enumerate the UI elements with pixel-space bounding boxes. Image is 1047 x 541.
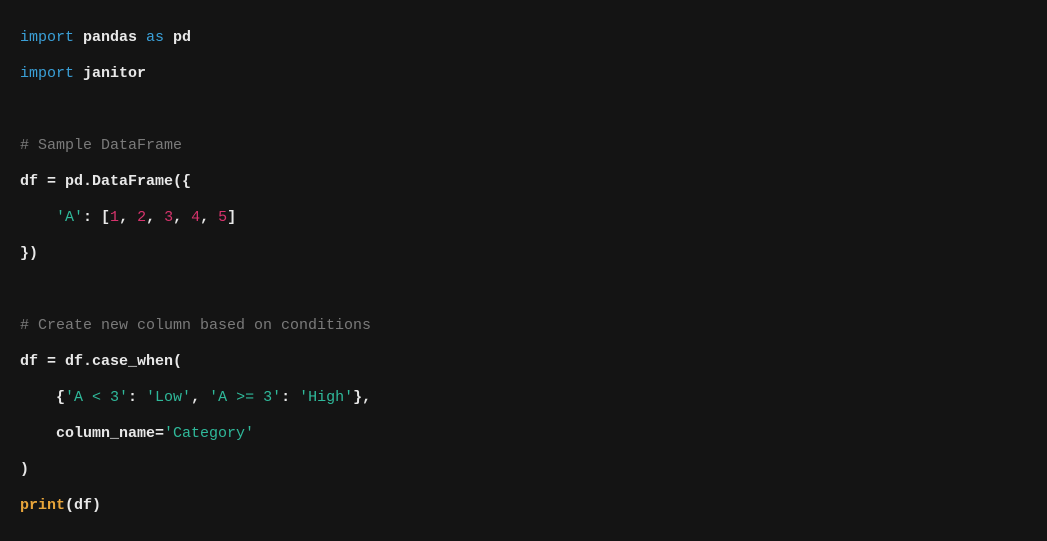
line-2: import janitor [20,65,146,82]
module-janitor: janitor [74,65,146,82]
num-4: 4 [191,209,200,226]
keyword-import: import [20,65,74,82]
line-print: print(df) [20,497,101,514]
sep: : [281,389,299,406]
comma: , [119,209,137,226]
kwarg-value-category: 'Category' [164,425,254,442]
comma: , [173,209,191,226]
comma: , [191,389,209,406]
print-arg: (df) [65,497,101,514]
indent [20,209,56,226]
module-pandas: pandas [74,29,146,46]
cond-val-2: 'High' [299,389,353,406]
line-close-dict: }) [20,245,38,262]
comma: , [146,209,164,226]
dict-key-a: 'A' [56,209,83,226]
code-block: import pandas as pd import janitor # Sam… [0,0,1047,541]
keyword-import: import [20,29,74,46]
alias-pd: pd [164,29,191,46]
fn-print: print [20,497,65,514]
cond-val-1: 'Low' [146,389,191,406]
comment-new-col: # Create new column based on conditions [20,317,371,334]
line-column-name: column_name='Category' [20,425,254,442]
keyword-as: as [146,29,164,46]
colon-bracket: : [ [83,209,110,226]
indent-brace: { [20,389,65,406]
kwarg-column-name: column_name= [20,425,164,442]
num-2: 2 [137,209,146,226]
comment-sample-df: # Sample DataFrame [20,137,182,154]
comma: , [200,209,218,226]
close-bracket: ] [227,209,236,226]
num-5: 5 [218,209,227,226]
sep: : [128,389,146,406]
line-close-paren: ) [20,461,29,478]
num-3: 3 [164,209,173,226]
cond-key-2: 'A >= 3' [209,389,281,406]
cond-key-1: 'A < 3' [65,389,128,406]
close-brace: }, [353,389,371,406]
line-1: import pandas as pd [20,29,191,46]
line-case-when: df = df.case_when( [20,353,182,370]
line-df-assign: df = pd.DataFrame({ [20,173,191,190]
line-dict-a: 'A': [1, 2, 3, 4, 5] [20,209,236,226]
num-1: 1 [110,209,119,226]
line-conditions: {'A < 3': 'Low', 'A >= 3': 'High'}, [20,389,371,406]
